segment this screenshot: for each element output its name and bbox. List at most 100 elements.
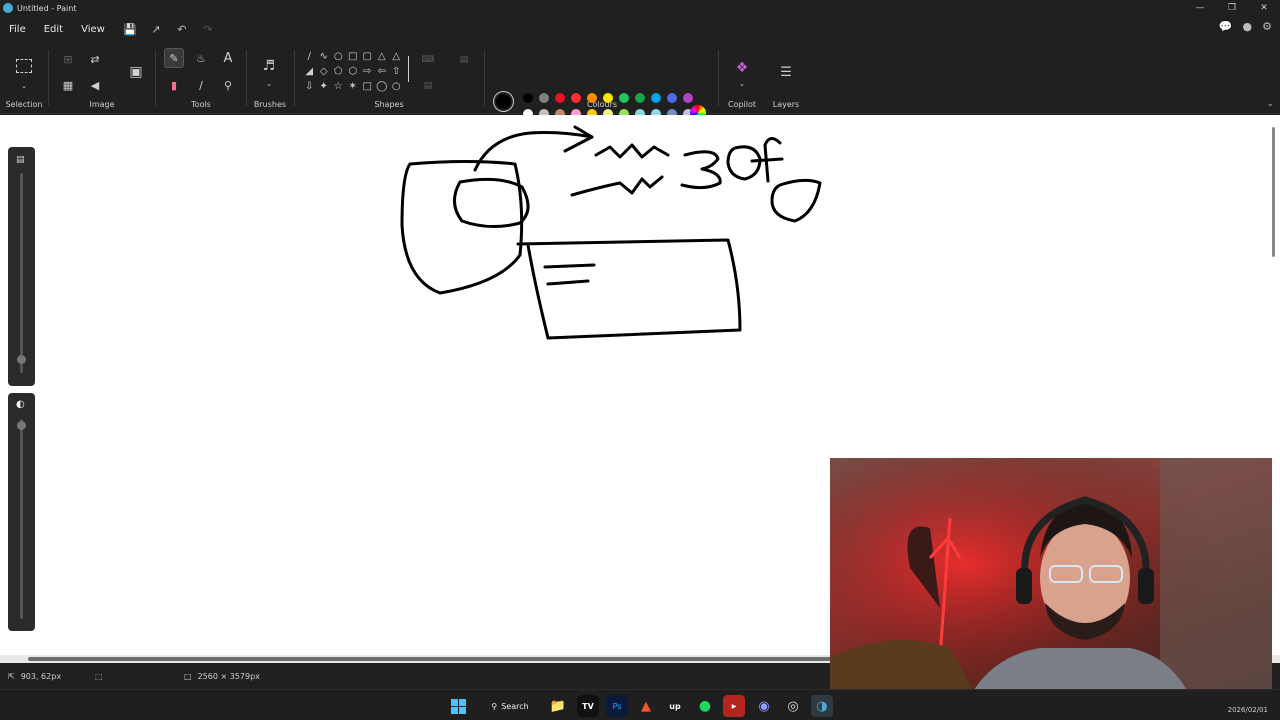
sketch-rectangle: [516, 238, 742, 340]
upwork-icon[interactable]: up: [664, 695, 686, 717]
settings-icon[interactable]: ⚙: [1262, 20, 1272, 33]
shape-style-icon: ▤: [423, 81, 433, 91]
cloud-callout-shape-icon[interactable]: ○: [389, 79, 404, 94]
curve-shape-icon[interactable]: ∿: [317, 49, 332, 64]
tools-group-label: Tools: [191, 100, 211, 109]
right-arrow-shape-icon[interactable]: ⇨: [360, 64, 375, 79]
image-select-icon[interactable]: ▣: [126, 62, 146, 82]
rectangle-shape-icon[interactable]: □: [346, 49, 361, 64]
text-icon[interactable]: A: [218, 48, 238, 68]
collapse-ribbon-icon[interactable]: ⌄: [1266, 99, 1274, 109]
canvas-size-value: 2560 × 3579px: [197, 672, 260, 681]
chevron-down-icon[interactable]: ⌄: [732, 74, 752, 94]
sketch-zigzag-top: [594, 143, 670, 159]
color-picker-icon[interactable]: ∕: [191, 75, 211, 95]
color-swatch[interactable]: [603, 93, 613, 103]
menu-edit[interactable]: Edit: [35, 24, 72, 35]
triangle-shape-icon[interactable]: △: [389, 49, 404, 64]
eraser-icon[interactable]: ▮: [164, 75, 184, 95]
primary-color-swatch[interactable]: [496, 94, 511, 109]
windows-start-icon[interactable]: [447, 695, 469, 717]
four-point-star-shape-icon[interactable]: ✦: [317, 79, 332, 94]
hexagon-shape-icon[interactable]: ⬡: [346, 64, 361, 79]
up-arrow-shape-icon[interactable]: ⇧: [389, 64, 404, 79]
menu-file[interactable]: File: [0, 24, 35, 35]
pencil-icon[interactable]: ✎: [164, 48, 184, 68]
paint-taskbar-icon[interactable]: ◑: [811, 695, 833, 717]
save-icon[interactable]: 💾: [120, 19, 140, 39]
color-swatch[interactable]: [651, 93, 661, 103]
image-group-label: Image: [89, 100, 115, 109]
color-swatch[interactable]: [523, 93, 533, 103]
close-button[interactable]: ✕: [1248, 0, 1280, 16]
divider: [718, 50, 719, 106]
account-icon[interactable]: ●: [1243, 20, 1253, 33]
search-icon: ⚲: [491, 701, 498, 711]
vertical-scroll-thumb[interactable]: [1272, 127, 1275, 257]
menu-view[interactable]: View: [72, 24, 114, 35]
tools-group: ✎ ♨ A ▮ ∕ ⚲ Tools: [158, 42, 244, 114]
color-swatch[interactable]: [555, 93, 565, 103]
tradingview-icon[interactable]: TV: [577, 695, 599, 717]
oval-callout-shape-icon[interactable]: ◯: [375, 79, 390, 94]
file-explorer-icon[interactable]: 📁: [547, 695, 569, 717]
menu-bar: File Edit View 💾 ↗ ↶ ↷ 💬 ● ⚙: [0, 16, 1280, 42]
minimize-button[interactable]: —: [1184, 0, 1216, 16]
opacity-slider[interactable]: [20, 419, 23, 619]
color-swatch[interactable]: [571, 93, 581, 103]
discord-icon[interactable]: ◉: [753, 695, 775, 717]
photoshop-icon[interactable]: Ps: [606, 695, 628, 717]
share-icon[interactable]: ↗: [146, 19, 166, 39]
flip-icon[interactable]: ◀: [85, 75, 105, 95]
video-app-icon[interactable]: ▶: [723, 695, 745, 717]
pentagon-shape-icon[interactable]: ⬠: [331, 64, 346, 79]
selection-tool[interactable]: [14, 56, 34, 76]
webcam-overlay: [830, 458, 1272, 720]
color-swatch[interactable]: [587, 93, 597, 103]
layers-group: ☰ Layers: [764, 42, 808, 114]
line-shape-icon[interactable]: ∕: [302, 49, 317, 64]
color-swatch[interactable]: [539, 93, 549, 103]
brave-browser-icon[interactable]: ▲: [635, 695, 657, 717]
rounded-rectangle-shape-icon[interactable]: ▢: [360, 49, 375, 64]
five-point-star-shape-icon[interactable]: ☆: [331, 79, 346, 94]
taskbar-search[interactable]: ⚲ Search: [482, 695, 538, 717]
brush-icon[interactable]: ♬: [259, 56, 279, 76]
polygon-shape-icon[interactable]: △: [375, 49, 390, 64]
feedback-icon[interactable]: 💬: [1219, 20, 1233, 33]
cursor-position-value: 903, 62px: [20, 672, 62, 681]
color-swatch[interactable]: [635, 93, 645, 103]
restore-button[interactable]: ❐: [1216, 0, 1248, 16]
six-point-star-shape-icon[interactable]: ✶: [346, 79, 361, 94]
right-triangle-shape-icon[interactable]: ◢: [302, 64, 317, 79]
color-swatch[interactable]: [683, 93, 693, 103]
divider: [246, 50, 247, 106]
undo-icon[interactable]: ↶: [172, 19, 192, 39]
magnifier-icon[interactable]: ⚲: [218, 75, 238, 95]
remove-background-icon[interactable]: ▦: [58, 75, 78, 95]
sketch-digit-zero: [726, 145, 762, 181]
sketch-letter-f: [750, 137, 784, 183]
left-arrow-shape-icon[interactable]: ⇦: [375, 64, 390, 79]
down-arrow-shape-icon[interactable]: ⇩: [302, 79, 317, 94]
layers-icon[interactable]: ☰: [776, 62, 796, 82]
selection-size-icon: ⬚: [95, 672, 103, 681]
callout-shape-icon[interactable]: □: [360, 79, 375, 94]
sketch-line-lower: [546, 279, 590, 286]
chrome-icon[interactable]: ◎: [782, 695, 804, 717]
chevron-down-icon[interactable]: ⌄: [14, 76, 34, 96]
brush-size-thumb[interactable]: [17, 355, 26, 364]
oval-shape-icon[interactable]: ○: [331, 49, 346, 64]
layers-group-label: Layers: [772, 100, 800, 109]
diamond-shape-icon[interactable]: ◇: [317, 64, 332, 79]
brush-size-slider[interactable]: [20, 173, 23, 373]
spotify-icon[interactable]: ●: [694, 695, 716, 717]
copilot-group-label: Copilot: [727, 100, 757, 109]
color-swatch[interactable]: [667, 93, 677, 103]
fill-bucket-icon[interactable]: ♨: [191, 48, 211, 68]
opacity-thumb[interactable]: [17, 421, 26, 430]
color-swatch[interactable]: [619, 93, 629, 103]
resize-icon[interactable]: ⇄: [85, 49, 105, 69]
chevron-down-icon[interactable]: ⌄: [259, 74, 279, 94]
selection-group: ⌄ Selection: [0, 42, 48, 114]
